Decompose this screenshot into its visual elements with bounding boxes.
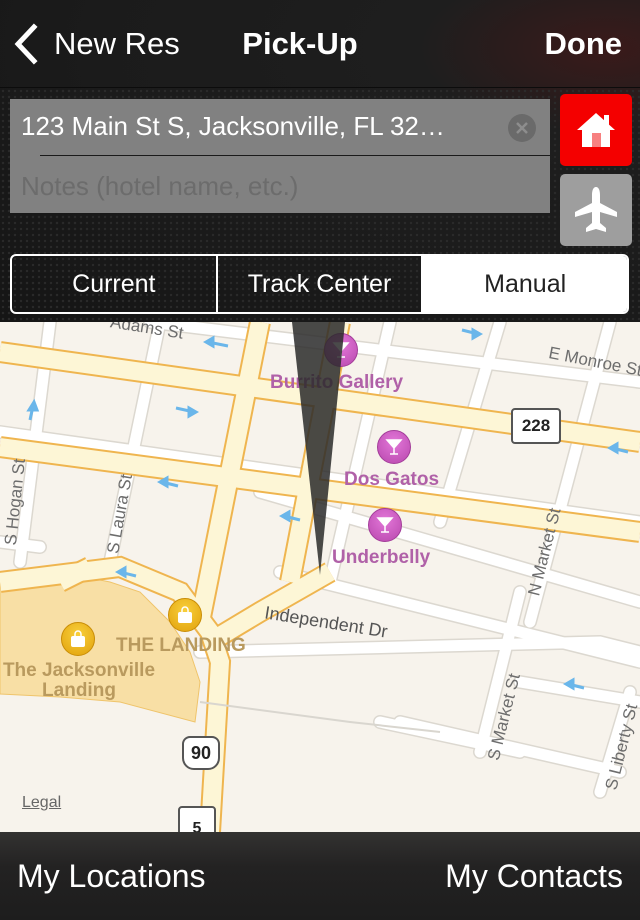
chevron-left-icon [14,23,38,65]
landing-label-line2: Landing [42,680,116,701]
navigation-bar: New Res Pick-Up Done [0,0,640,88]
route-shield-fl-5: 5 [178,806,216,832]
poi-underbelly[interactable] [368,508,402,542]
address-input[interactable]: 123 Main St S, Jacksonville, FL 32… [21,111,445,142]
route-shield-fl-228: 228 [511,408,561,444]
airport-location-button[interactable] [560,174,632,246]
cocktail-icon [385,439,403,455]
my-locations-button[interactable]: My Locations [17,858,206,895]
pickup-screen: New Res Pick-Up Done 123 Main St S, Jack… [0,0,640,920]
airplane-icon [575,187,617,232]
home-icon [577,113,615,147]
poi-jacksonville-landing[interactable] [61,622,95,656]
segment-track-center[interactable]: Track Center [215,256,422,312]
location-fields: 123 Main St S, Jacksonville, FL 32… Note… [10,99,550,213]
poi-label-underbelly: Underbelly [332,547,431,568]
back-button[interactable]: New Res [12,22,180,66]
poi-label-the-landing: THE LANDING [116,635,246,656]
bottom-toolbar: My Locations My Contacts [0,832,640,920]
page-title-text: Pick-Up [242,26,358,61]
shopping-bag-icon [71,630,85,647]
top-panel: New Res Pick-Up Done 123 Main St S, Jack… [0,0,640,322]
back-button-label: New Res [54,26,180,61]
field-divider [40,155,550,156]
poi-burrito-gallery[interactable] [324,333,358,367]
location-mode-control: Current Track Center Manual [10,254,629,314]
notes-input[interactable]: Notes (hotel name, etc.) [21,171,298,202]
map-view[interactable]: Adams St E Monroe St S Hogan St S Laura … [0,322,640,832]
cocktail-icon [332,342,350,358]
poi-the-landing[interactable] [168,598,202,632]
close-icon [516,122,528,134]
done-button[interactable]: Done [545,26,623,62]
poi-label-jacksonville-landing: The Jacksonville Landing [0,661,158,701]
clear-address-button[interactable] [508,114,536,142]
route-shield-us-90: 90 [182,736,220,770]
landing-label-line1: The Jacksonville [2,660,156,681]
my-contacts-button[interactable]: My Contacts [445,858,623,895]
home-location-button[interactable] [560,94,632,166]
cocktail-icon [376,517,394,533]
shopping-bag-icon [178,606,192,623]
poi-label-burrito-gallery: Burrito Gallery [270,372,404,393]
poi-label-dos-gatos: Dos Gatos [344,469,440,490]
legal-link[interactable]: Legal [22,794,61,812]
segment-current[interactable]: Current [12,256,216,312]
poi-dos-gatos[interactable] [377,430,411,464]
segment-manual[interactable]: Manual [421,256,627,312]
